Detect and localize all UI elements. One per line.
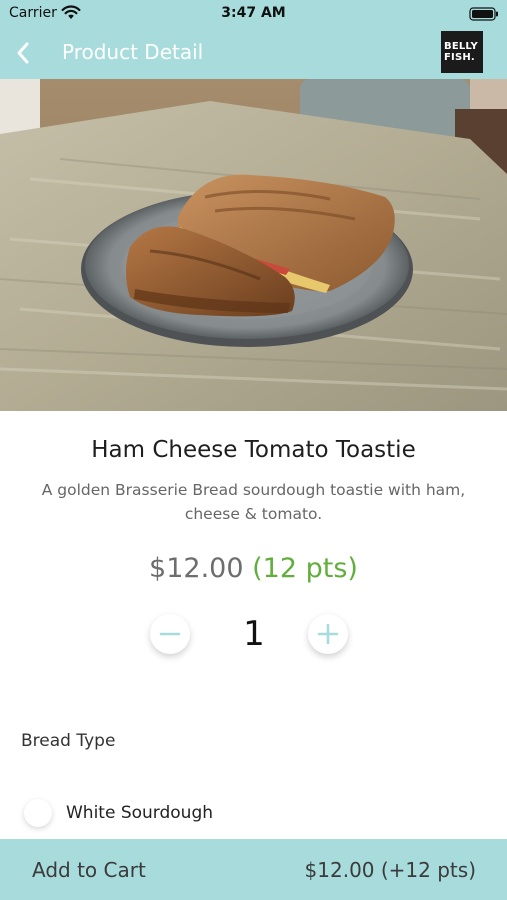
radio-label-white-sourdough[interactable]: White Sourdough [66,803,213,823]
page-title: Product Detail [62,40,204,64]
quantity-decrement-button[interactable] [150,614,190,654]
product-points: (12 pts) [252,553,358,584]
radio-white-sourdough[interactable] [24,799,52,827]
add-to-cart-button[interactable]: Add to Cart $12.00 (+12 pts) [0,839,507,900]
quantity-increment-button[interactable] [308,614,348,654]
quantity-value: 1 [243,614,265,654]
chevron-left-icon [17,42,29,64]
price-line: $12.00 (12 pts) [0,553,507,584]
product-image [0,79,507,411]
product-description: A golden Brasserie Bread sourdough toast… [41,481,466,523]
plus-icon [317,623,339,645]
status-time: 3:47 AM [221,5,286,21]
cart-total: $12.00 (+12 pts) [304,858,476,882]
status-bar: Carrier 3:47 AM [0,0,507,27]
back-button[interactable] [12,38,38,68]
navigation-bar: Product Detail BELLY FISH. [0,27,507,79]
battery-icon [469,6,499,25]
product-price: $12.00 [149,553,244,584]
minus-icon [159,632,181,636]
product-name: Ham Cheese Tomato Toastie [91,437,416,463]
logo-text-line-2: FISH. [444,52,475,63]
logo-text-line-1: BELLY [444,41,478,52]
add-to-cart-label: Add to Cart [32,858,146,882]
option-heading-bread-type: Bread Type [21,731,116,751]
brand-logo: BELLY FISH. [441,31,483,73]
